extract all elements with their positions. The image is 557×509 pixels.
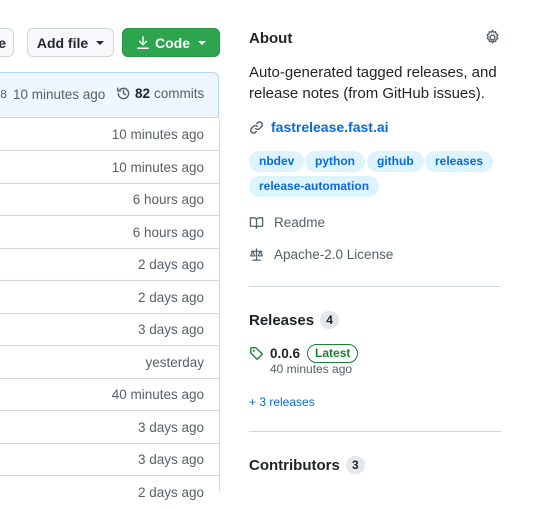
file-row-time: 2 days ago [137,257,204,272]
link-icon [250,120,263,134]
readme-link[interactable]: Readme [249,215,325,230]
file-row-time: 2 days ago [137,485,204,500]
download-icon [137,35,149,49]
divider [249,286,501,287]
file-row[interactable]: 6 hours ago [0,217,219,249]
file-row[interactable]: 3 days ago [0,314,219,346]
file-row-time: 3 days ago [137,452,204,467]
file-row-time: 6 hours ago [132,192,204,207]
law-icon [250,248,263,261]
releases-count-badge: 4 [320,311,340,329]
topic-tag[interactable]: releases [425,151,494,172]
commits-count: 82 [135,86,151,101]
file-row[interactable]: yesterday [0,347,219,379]
partial-button[interactable]: e [0,28,14,57]
file-row-time: 10 minutes ago [111,127,204,142]
file-row-time: 2 days ago [137,290,204,305]
contributors-count-badge: 3 [345,456,365,474]
file-row-time: yesterday [145,355,204,370]
latest-release[interactable]: 0.0.6 Latest [270,344,359,363]
repo-description: Auto-generated tagged releases, and rele… [249,64,497,102]
contributors-title: Contributors [249,456,340,474]
contributors-heading[interactable]: Contributors 3 [249,456,365,474]
readme-label: Readme [274,215,326,230]
file-row[interactable]: 10 minutes ago [0,119,219,151]
commits-link[interactable]: 82 commits [116,86,204,101]
releases-heading[interactable]: Releases 4 [249,311,340,329]
release-time: 40 minutes ago [270,362,353,376]
book-icon [249,217,264,229]
file-row-time: 3 days ago [137,420,204,435]
file-row[interactable]: 3 days ago [0,444,219,476]
latest-badge: Latest [307,344,359,363]
file-row[interactable]: 6 hours ago [0,184,219,216]
file-row[interactable]: 10 minutes ago [0,152,219,184]
commit-hash-fragment[interactable]: 8 [0,88,7,102]
topic-tag[interactable]: release-automation [249,176,380,197]
divider [249,431,501,432]
add-file-label: Add file [36,34,89,51]
chevron-down-icon [96,41,105,45]
latest-commit-bar: 8 10 minutes ago 82 commits [0,72,219,118]
topic-tag[interactable]: python [305,151,365,172]
file-row[interactable]: 3 days ago [0,412,219,444]
chevron-down-icon [198,41,206,45]
file-list: 10 minutes ago 10 minutes ago 6 hours ag… [0,119,220,500]
file-row-time: 6 hours ago [132,225,204,240]
commit-time: 10 minutes ago [13,87,106,102]
file-row[interactable]: 2 days ago [0,477,219,509]
license-link[interactable]: Apache-2.0 License [249,247,393,262]
topic-tag[interactable]: nbdev [249,151,305,172]
code-button[interactable]: Code [122,28,220,57]
releases-title: Releases [249,311,315,329]
code-label: Code [155,34,190,51]
file-row[interactable]: 2 days ago [0,249,219,281]
more-releases-link[interactable]: + 3 releases [249,395,315,409]
file-row[interactable]: 2 days ago [0,282,219,314]
file-row-time: 3 days ago [137,322,204,337]
file-row[interactable]: 40 minutes ago [0,379,219,411]
website-link-text: fastrelease.fast.ai [271,119,389,135]
website-link[interactable]: fastrelease.fast.ai [249,119,389,135]
file-row-time: 40 minutes ago [111,387,204,402]
about-heading: About [249,30,293,47]
gear-icon[interactable] [484,29,501,51]
history-icon [116,87,130,100]
file-row-time: 10 minutes ago [111,160,204,175]
tag-icon [249,346,264,366]
license-label: Apache-2.0 License [274,247,394,262]
commits-label: commits [154,86,205,101]
partial-button-label: e [0,34,6,51]
topic-tag[interactable]: github [367,151,424,172]
release-tag-name: 0.0.6 [270,346,301,361]
add-file-button[interactable]: Add file [27,28,114,57]
